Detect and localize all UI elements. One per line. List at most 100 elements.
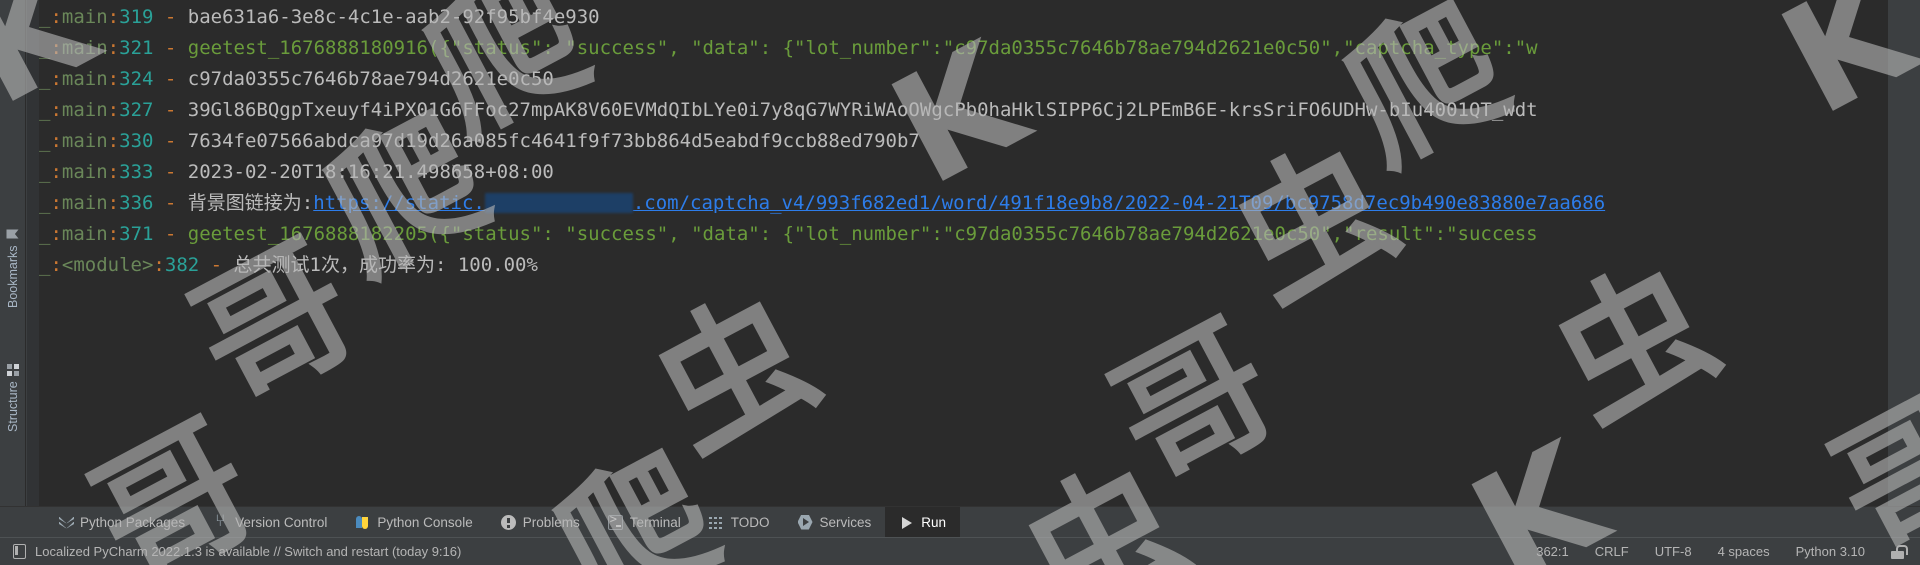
log-dash: - <box>153 192 188 214</box>
log-dash: - <box>153 99 188 121</box>
log-lineno: 324 <box>119 68 154 90</box>
left-tool-window-stripe: Bookmarks Structure <box>0 0 26 506</box>
log-prefix: _ <box>39 6 51 28</box>
bottom-toolbar: Python Packages Version Control Python Con… <box>0 506 1920 538</box>
log-lineno: 371 <box>119 223 154 245</box>
version-control-icon <box>213 511 228 531</box>
log-logger: main <box>61 37 108 59</box>
toolbar-button-label: Terminal <box>629 514 681 530</box>
log-dash: - <box>153 6 188 28</box>
python-console-icon <box>355 515 370 530</box>
unlocked-icon[interactable] <box>1891 544 1908 559</box>
sidebar-tab-bookmarks[interactable]: Bookmarks <box>0 228 26 336</box>
console-line: _:main:336 - 背景图链接为:https://static. .com/… <box>39 188 1888 219</box>
log-colon: : <box>50 37 62 59</box>
toolbar-button-todo[interactable]: TODO <box>695 507 784 538</box>
sidebar-tab-bookmarks-label: Bookmarks <box>6 245 20 308</box>
status-message: Localized PyCharm 2022.1.3 is available … <box>35 544 462 559</box>
toolbar-button-label: Problems <box>522 514 580 530</box>
toolbar-button-services[interactable]: Services <box>784 507 886 538</box>
log-message: geetest_1676888182205({"status": "succes… <box>187 223 1538 245</box>
log-dash: - <box>153 161 188 183</box>
console-line: _:<module>:382 - 总共测试1次，成功率为: 100.00% <box>39 250 1888 281</box>
log-logger: main <box>61 99 108 121</box>
python-interpreter[interactable]: Python 3.10 <box>1796 544 1865 559</box>
log-url-part2[interactable]: .com/captcha_v4/993f682ed1/word/491f18e9… <box>633 192 1605 214</box>
problems-icon <box>500 514 516 530</box>
console-gutter <box>27 0 39 506</box>
line-separator[interactable]: CRLF <box>1595 544 1629 559</box>
toolbar-button-version-control[interactable]: Version Control <box>199 507 341 538</box>
log-prefix: _ <box>39 161 51 183</box>
log-message: geetest_1676888180916({"status": "succes… <box>187 37 1538 59</box>
todo-icon <box>708 515 724 530</box>
console-line: _:main:327 - 39Gl86BQgpTxeuyf4iPX01G6FFo… <box>39 95 1888 126</box>
log-prefix: _ <box>39 192 51 214</box>
log-prefix: _ <box>39 68 51 90</box>
log-colon: : <box>50 254 62 276</box>
run-icon <box>899 515 914 530</box>
log-prefix: _ <box>39 223 51 245</box>
pycharm-window: Bookmarks Structure _:main:319 - bae631a… <box>0 0 1920 565</box>
toolbar-button-python-packages[interactable]: Python Packages <box>44 507 199 538</box>
log-dash: - <box>153 130 188 152</box>
toolbar-button-label: Python Packages <box>80 514 186 530</box>
file-encoding[interactable]: UTF-8 <box>1655 544 1692 559</box>
toolbar-button-terminal[interactable]: Terminal <box>594 507 695 538</box>
toolbar-button-label: Version Control <box>235 514 328 530</box>
log-logger: main <box>61 192 108 214</box>
status-indicators: 362:1 CRLF UTF-8 4 spaces Python 3.10 <box>1536 544 1920 559</box>
log-colon: : <box>107 68 120 90</box>
log-dash: - <box>199 254 234 276</box>
run-console-panel: _:main:319 - bae631a6-3e8c-4c1e-aab2-92f… <box>27 0 1920 506</box>
caret-position[interactable]: 362:1 <box>1536 544 1569 559</box>
log-prefix: _ <box>39 37 51 59</box>
log-lineno: 382 <box>164 254 200 276</box>
console-line: _:main:330 - 7634fe07566abdca97d19d26a08… <box>39 126 1888 157</box>
toolbar-button-python-console[interactable]: Python Console <box>341 507 486 538</box>
log-colon: : <box>50 130 62 152</box>
log-colon: : <box>50 223 62 245</box>
bookmark-icon <box>7 230 19 239</box>
indent-setting[interactable]: 4 spaces <box>1718 544 1770 559</box>
log-lineno: 336 <box>119 192 154 214</box>
console-line: _:main:321 - geetest_1676888180916({"sta… <box>39 33 1888 64</box>
log-colon: : <box>50 161 62 183</box>
log-lineno: 327 <box>119 99 154 121</box>
status-message-group[interactable]: Localized PyCharm 2022.1.3 is available … <box>0 544 461 559</box>
log-prefix: _ <box>39 99 51 121</box>
log-message: c97da0355c7646b78ae794d2621e0c50 <box>187 68 554 90</box>
console-output[interactable]: _:main:319 - bae631a6-3e8c-4c1e-aab2-92f… <box>39 0 1888 506</box>
log-colon: : <box>107 130 120 152</box>
log-logger: <module> <box>61 254 154 276</box>
log-prefix: _ <box>39 130 51 152</box>
log-lineno: 319 <box>119 6 154 28</box>
console-line: _:main:333 - 2023-02-20T18:16:21.498658+… <box>39 157 1888 188</box>
redacted-domain <box>484 193 633 213</box>
log-colon: : <box>50 192 62 214</box>
toolbar-button-label: TODO <box>730 514 770 530</box>
log-colon: : <box>107 223 120 245</box>
log-colon: : <box>107 99 120 121</box>
log-message: 总共测试1次，成功率为: 100.00% <box>233 254 538 276</box>
log-colon: : <box>50 68 62 90</box>
sidebar-tab-structure-label: Structure <box>6 381 20 432</box>
console-scrollbar[interactable] <box>1888 0 1920 506</box>
toolbar-button-run[interactable]: Run <box>885 506 961 538</box>
toolbar-button-label: Services <box>819 514 872 530</box>
log-url-part1[interactable]: https://static. <box>313 192 485 214</box>
toolbar-button-problems[interactable]: Problems <box>487 507 594 538</box>
log-lineno: 330 <box>119 130 154 152</box>
log-logger: main <box>61 161 108 183</box>
log-colon: : <box>107 37 120 59</box>
log-logger: main <box>61 223 108 245</box>
toolbar-button-label: Python Console <box>377 514 473 530</box>
log-dash: - <box>153 37 188 59</box>
log-lineno: 321 <box>119 37 154 59</box>
log-lineno: 333 <box>119 161 154 183</box>
sidebar-tab-structure[interactable]: Structure <box>0 364 26 472</box>
console-line: _:main:371 - geetest_1676888182205({"sta… <box>39 219 1888 250</box>
notification-icon <box>13 544 26 559</box>
log-message: 7634fe07566abdca97d19d26a085fc4641f9f73b… <box>187 130 920 152</box>
log-message-prefix: 背景图链接为: <box>187 192 314 214</box>
